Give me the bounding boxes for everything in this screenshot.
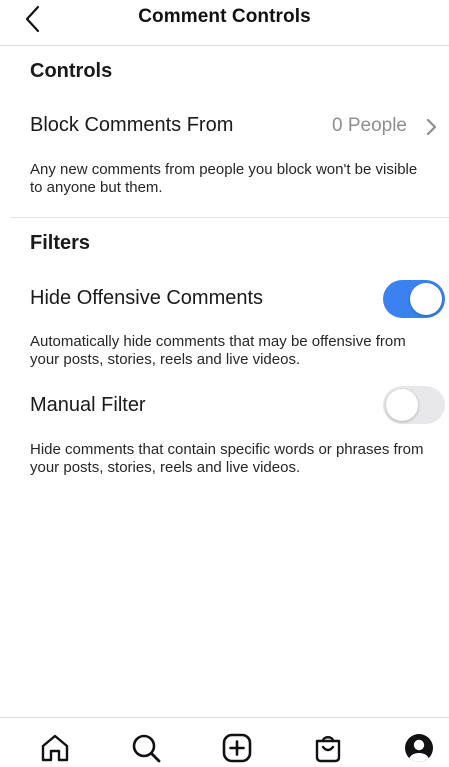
block-comments-description: Any new comments from people you block w… xyxy=(30,161,418,196)
block-comments-row[interactable]: Block Comments From 0 People xyxy=(0,104,449,148)
tab-add-post[interactable] xyxy=(221,732,253,764)
toggle-knob xyxy=(386,389,418,421)
tab-profile[interactable] xyxy=(403,732,435,764)
manual-filter-label: Manual Filter xyxy=(30,394,146,416)
chevron-right-icon xyxy=(426,118,437,136)
tab-search[interactable] xyxy=(130,732,162,764)
hide-offensive-label: Hide Offensive Comments xyxy=(30,287,264,309)
add-post-icon xyxy=(222,733,252,763)
section-divider xyxy=(10,217,449,218)
tab-home[interactable] xyxy=(39,732,71,764)
bottom-tab-bar xyxy=(0,717,449,767)
toggle-knob xyxy=(410,283,442,315)
search-icon xyxy=(132,734,161,763)
hide-offensive-description: Automatically hide comments that may be … xyxy=(30,333,406,368)
manual-filter-description: Hide comments that contain specific word… xyxy=(30,441,424,476)
manual-filter-toggle[interactable] xyxy=(383,386,445,424)
profile-icon xyxy=(405,734,433,762)
hide-offensive-toggle[interactable] xyxy=(383,280,445,318)
block-comments-value: 0 People xyxy=(331,115,407,136)
shop-bag-icon xyxy=(315,736,341,763)
section-title-controls: Controls xyxy=(30,60,113,82)
section-title-filters: Filters xyxy=(30,232,91,254)
block-comments-label: Block Comments From xyxy=(30,114,234,136)
tab-shop[interactable] xyxy=(312,732,344,764)
hide-offensive-row: Hide Offensive Comments xyxy=(0,278,449,320)
manual-filter-row: Manual Filter xyxy=(0,385,449,427)
header-bar: Comment Controls xyxy=(0,0,449,46)
page-title: Comment Controls xyxy=(138,6,311,27)
home-icon xyxy=(41,734,69,762)
